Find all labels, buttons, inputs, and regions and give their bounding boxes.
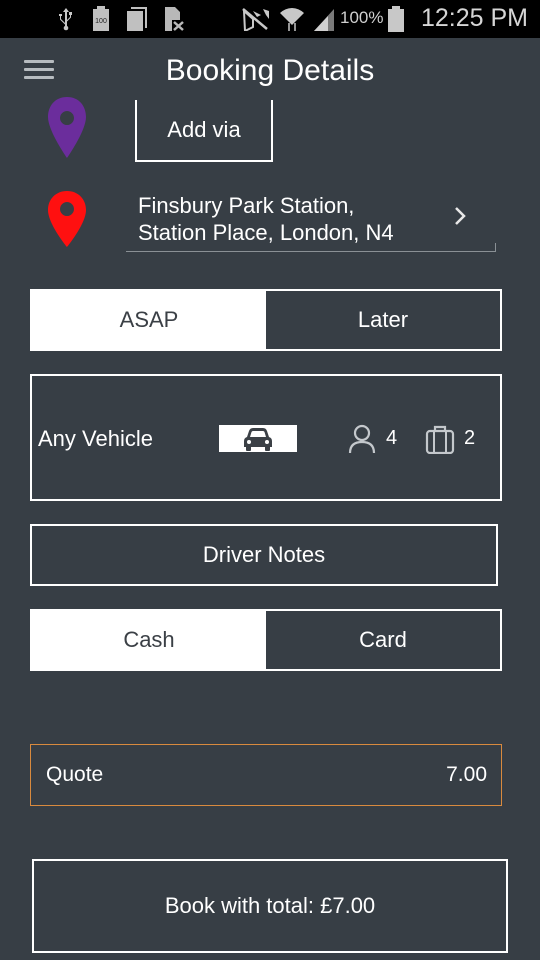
- payment-option-card[interactable]: Card: [266, 611, 500, 669]
- book-button[interactable]: Book with total: £7.00: [32, 859, 508, 953]
- luggage-count: 2: [464, 427, 476, 449]
- app-header: Booking Details: [0, 38, 540, 108]
- status-bar: 100 100% 12:25 PM: [0, 0, 540, 38]
- add-via-button[interactable]: Add via: [135, 100, 273, 162]
- battery-percent: 100%: [340, 8, 384, 27]
- timing-option-asap[interactable]: ASAP: [32, 291, 266, 349]
- passenger-count: 4: [386, 427, 398, 449]
- vehicle-label: Any Vehicle: [38, 426, 153, 451]
- car-icon: [219, 425, 297, 452]
- via-location-pin-icon: [47, 97, 87, 159]
- battery-icon: [386, 6, 406, 32]
- payment-option-cash[interactable]: Cash: [32, 611, 266, 669]
- destination-line-1: Finsbury Park Station,: [138, 193, 355, 218]
- wifi-icon: [278, 6, 306, 32]
- payment-toggle: Cash Card: [30, 609, 502, 671]
- no-sim-icon: [162, 6, 186, 32]
- mute-icon: [240, 6, 272, 32]
- destination-line-2: Station Place, London, N4: [138, 220, 394, 245]
- battery-100-icon: 100: [91, 6, 111, 32]
- luggage-icon: [425, 424, 455, 455]
- chevron-right-icon[interactable]: [452, 204, 470, 228]
- timing-toggle: ASAP Later: [30, 289, 502, 351]
- svg-text:100: 100: [95, 18, 107, 25]
- usb-icon: [56, 6, 76, 32]
- quote-field[interactable]: Quote 7.00: [30, 744, 502, 806]
- timing-option-later[interactable]: Later: [266, 291, 500, 349]
- destination-address-field[interactable]: Finsbury Park Station, Station Place, Lo…: [126, 188, 496, 252]
- clock: 12:25 PM: [420, 4, 528, 32]
- destination-pin-icon: [47, 190, 87, 247]
- quote-label: Quote: [46, 763, 104, 786]
- notification-card-icon: [125, 6, 149, 32]
- quote-value: 7.00: [446, 763, 487, 786]
- vehicle-selector[interactable]: Any Vehicle 4 2: [30, 374, 502, 501]
- signal-icon: [311, 6, 337, 32]
- passenger-icon: [348, 424, 376, 454]
- field-underline-end: [495, 243, 496, 251]
- page-title: Booking Details: [165, 54, 375, 87]
- driver-notes-button[interactable]: Driver Notes: [30, 524, 498, 586]
